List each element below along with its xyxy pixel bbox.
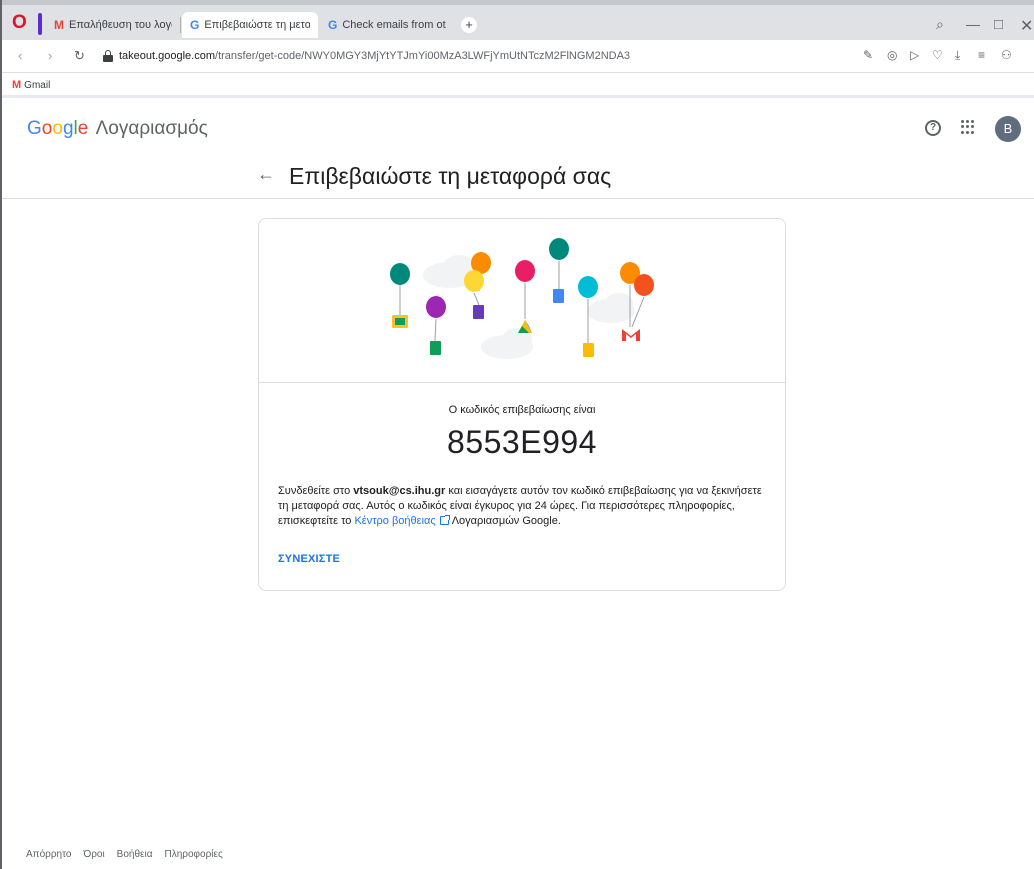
lock-icon[interactable] (103, 50, 113, 62)
footer-link-about[interactable]: Πληροφορίες (165, 849, 223, 860)
reload-icon[interactable]: ↻ (74, 48, 85, 64)
apps-grid-icon[interactable] (961, 120, 975, 134)
external-link-icon[interactable] (439, 515, 450, 525)
google-icon: G (190, 18, 200, 32)
sheets-icon (430, 341, 441, 355)
tab-confirm-transfer[interactable]: G Επιβεβαιώστε τη μεταφορ (182, 12, 318, 38)
url-host: takeout.google.com (119, 50, 216, 62)
docs-icon (553, 289, 564, 303)
forward-icon[interactable]: › (48, 48, 52, 63)
logo-letter: o (41, 118, 53, 139)
bookmark-label: Gmail (24, 79, 51, 91)
tab-gmail-verify[interactable]: M Επαλήθευση του λογαριασ (46, 12, 180, 38)
slides-icon (583, 343, 594, 357)
google-header: Google Λογαριασμός ? B (2, 101, 1034, 151)
logo-letter: e (77, 118, 89, 139)
address-bar: ‹ › ↻ takeout.google.com/transfer/get-co… (2, 40, 1034, 73)
help-center-link[interactable]: Κέντρο βοήθειας (354, 515, 435, 527)
balloons-illustration (259, 219, 785, 383)
footer-link-help[interactable]: Βοήθεια (117, 849, 153, 860)
balloons-illustration-svg (390, 238, 654, 359)
gmail-icon (622, 329, 640, 341)
tab-label: Επαλήθευση του λογαριασ (69, 19, 172, 31)
tab-strip: O M Επαλήθευση του λογαριασ G Επιβεβαιώσ… (2, 0, 1034, 40)
tab-check-emails[interactable]: G Check emails from other a (320, 12, 454, 38)
account-email: vtsouk@cs.ihu.gr (353, 485, 446, 497)
bookmarks-bar: M Gmail (2, 74, 1034, 98)
heart-icon[interactable]: ♡ (932, 48, 943, 62)
sidebar-toggle-icon[interactable] (38, 13, 42, 35)
desc-text: Συνδεθείτε στο (278, 485, 354, 497)
google-icon: G (328, 18, 338, 32)
bookmark-gmail[interactable]: M Gmail (12, 79, 50, 91)
back-arrow-icon[interactable]: ← (257, 164, 275, 185)
back-icon[interactable]: ‹ (18, 48, 22, 63)
new-tab-button[interactable]: + (461, 17, 477, 33)
continue-button[interactable]: ΣΥΝΕΧΙΣΤΕ (278, 553, 340, 565)
page-title: Επιβεβαιώστε τη μεταφορά σας (289, 163, 612, 189)
confirmation-code: 8553E994 (447, 424, 597, 460)
code-label: Ο κωδικός επιβεβαίωσης είναι (448, 404, 596, 416)
google-logo[interactable]: Google Λογαριασμός (27, 118, 208, 140)
maximize-icon[interactable]: □ (994, 16, 1003, 33)
title-row: ← Επιβεβαιώστε τη μεταφορά σας (2, 151, 1034, 199)
logo-letter: o (52, 118, 63, 139)
desc-text: Λογαριασμών Google. (451, 515, 561, 527)
avatar[interactable]: B (995, 116, 1021, 142)
footer-link-privacy[interactable]: Απόρρητο (26, 849, 71, 860)
logo-letter: g (62, 118, 74, 139)
confirmation-card: Ο κωδικός επιβεβαίωσης είναι 8553E994 Συ… (258, 218, 786, 591)
tab-label: Επιβεβαιώστε τη μεταφορ (204, 19, 310, 31)
close-icon[interactable]: ✕ (1020, 16, 1033, 36)
minimize-icon[interactable]: — (966, 16, 980, 32)
logo-letter: G (27, 118, 42, 139)
url-path: /transfer/get-code/NWY0MGY3MjYtYTJmYi00M… (215, 50, 631, 62)
help-icon[interactable]: ? (925, 120, 941, 136)
profile-icon[interactable]: ⚇ (1001, 48, 1012, 62)
tab-label: Check emails from other a (342, 19, 446, 31)
opera-logo-icon[interactable]: O (12, 13, 30, 32)
footer: Απόρρητο Όροι Βοήθεια Πληροφορίες (26, 849, 223, 860)
search-tabs-icon[interactable]: ⌕ (936, 16, 944, 33)
product-name: Λογαριασμός (95, 118, 208, 139)
send-icon[interactable]: ▷ (910, 48, 919, 62)
edit-icon[interactable]: ✎ (863, 48, 873, 62)
url-field[interactable]: takeout.google.com/transfer/get-code/NWY… (119, 50, 630, 62)
forms-icon (473, 305, 484, 319)
gmail-icon: M (54, 18, 64, 32)
camera-icon[interactable]: ◎ (887, 48, 897, 62)
browser-window: O M Επαλήθευση του λογαριασ G Επιβεβαιώσ… (0, 0, 1034, 869)
footer-link-terms[interactable]: Όροι (83, 849, 104, 860)
tab-divider (180, 17, 181, 33)
download-icon[interactable]: ⤓ (955, 48, 960, 63)
gmail-icon: M (12, 79, 22, 91)
menu-icon[interactable]: ≡ (978, 48, 985, 62)
instructions-text: Συνδεθείτε στο vtsouk@cs.ihu.gr και εισα… (278, 484, 773, 529)
